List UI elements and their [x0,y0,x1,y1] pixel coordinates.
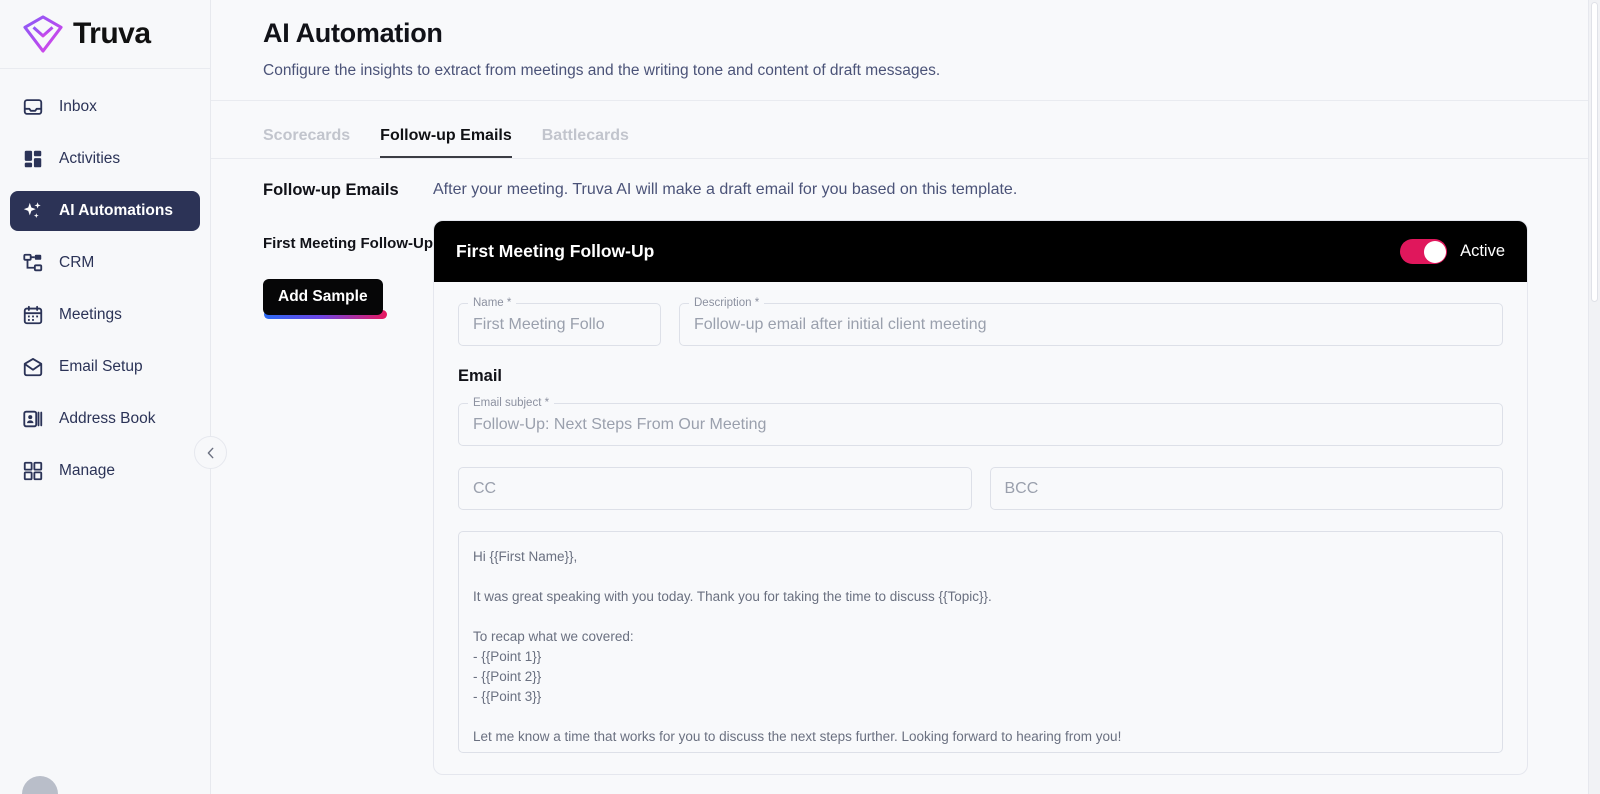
description-input[interactable]: Follow-up email after initial client mee… [679,303,1503,346]
description-field-label: Description * [689,296,765,310]
tab-panel-follow-up-emails: Follow-up Emails First Meeting Follow-Up… [211,159,1600,794]
cc-input[interactable]: CC [458,467,972,510]
sidebar-item-inbox[interactable]: Inbox [10,87,200,127]
cc-field: CC [458,467,972,510]
sidebar-item-crm[interactable]: CRM [10,243,200,283]
name-field-label: Name * [468,296,517,310]
chevron-left-icon [207,447,213,458]
tab-battlecards[interactable]: Battlecards [542,127,629,158]
sidebar-item-label: Activities [59,150,121,167]
tab-bar: Scorecards Follow-up Emails Battlecards [211,101,1600,159]
tab-follow-up-emails[interactable]: Follow-up Emails [380,127,512,158]
diamond-gem-icon [23,15,63,53]
inbox-icon [23,99,43,115]
brand-name: Truva [73,17,151,50]
page-subtitle: Configure the insights to extract from m… [263,62,941,79]
active-toggle-group: Active [1400,239,1505,264]
active-toggle[interactable] [1400,239,1448,264]
bcc-field: BCC [989,467,1503,510]
main-content: AI Automation Configure the insights to … [211,0,1600,794]
sidebar-collapse-button[interactable] [194,436,227,469]
app-root: Truva Inbox Activities AI Automations CR… [0,0,1600,794]
sidebar-item-label: Email Setup [59,358,143,375]
template-detail-pane: After your meeting. Truva AI will make a… [433,181,1600,794]
sidebar-item-label: Manage [59,462,116,479]
email-subject-input[interactable]: Follow-Up: Next Steps From Our Meeting [458,403,1503,446]
sidebar-item-meetings[interactable]: Meetings [10,295,200,335]
bcc-input[interactable]: BCC [989,467,1503,510]
user-avatar[interactable] [22,776,58,794]
bcc-placeholder: BCC [1004,479,1039,497]
email-body-textarea[interactable]: Hi {{First Name}}, It was great speaking… [458,531,1503,753]
page-scrollbar[interactable] [1588,0,1600,794]
active-toggle-label: Active [1460,242,1505,260]
sparkles-icon [23,202,41,218]
template-list-title: Follow-up Emails [263,181,399,199]
sidebar-nav: Inbox Activities AI Automations CRM Meet… [0,69,210,491]
template-card-header: First Meeting Follow-Up Active [434,221,1527,282]
sidebar-item-activities[interactable]: Activities [10,139,200,179]
template-list-pane: Follow-up Emails First Meeting Follow-Up… [211,181,433,794]
envelope-icon [23,358,43,377]
sidebar-item-label: Address Book [59,410,156,427]
sidebar: Truva Inbox Activities AI Automations CR… [0,0,227,794]
sidebar-item-ai-automations[interactable]: AI Automations [10,191,200,231]
template-card: First Meeting Follow-Up Active Name * Fi… [433,220,1528,775]
page-header: AI Automation Configure the insights to … [211,0,1600,101]
sidebar-item-manage[interactable]: Manage [10,451,200,491]
email-subject-label: Email subject * [468,396,555,410]
contact-card-icon [23,410,43,428]
org-chart-icon [23,253,43,272]
email-subject-field: Email subject * Follow-Up: Next Steps Fr… [458,396,1503,446]
add-sample-wrapper: Add Sample [263,279,387,319]
email-body-value: Hi {{First Name}}, It was great speaking… [473,549,1122,744]
template-card-title: First Meeting Follow-Up [456,241,655,261]
description-field: Description * Follow-up email after init… [679,296,1503,346]
email-section-label: Email [458,367,503,385]
page-scrollbar-thumb[interactable] [1591,2,1598,302]
sidebar-item-label: CRM [59,254,95,271]
toggle-knob [1423,240,1446,263]
brand[interactable]: Truva [0,0,210,69]
email-body-field: Hi {{First Name}}, It was great speaking… [458,531,1503,753]
name-description-row: Name * First Meeting Follo Description *… [458,296,1503,367]
sidebar-item-email-setup[interactable]: Email Setup [10,347,200,387]
name-input-value: First Meeting Follo [473,315,605,333]
calendar-icon [23,305,43,325]
email-subject-value: Follow-Up: Next Steps From Our Meeting [473,415,767,433]
activities-grid-icon [24,150,42,168]
squares-grid-icon [23,461,43,481]
sidebar-item-label: Inbox [59,98,97,115]
description-input-value: Follow-up email after initial client mee… [694,315,987,333]
sidebar-item-label: Meetings [59,306,122,323]
template-card-body: Name * First Meeting Follo Description *… [434,282,1527,753]
sidebar-item-label: AI Automations [59,202,173,219]
cc-bcc-row: CC BCC [458,467,1503,531]
template-intro-text: After your meeting. Truva AI will make a… [433,181,1018,198]
sidebar-item-address-book[interactable]: Address Book [10,399,200,439]
tab-scorecards[interactable]: Scorecards [263,127,350,158]
add-sample-button[interactable]: Add Sample [263,279,383,315]
list-item[interactable]: First Meeting Follow-Up [263,235,433,252]
name-field: Name * First Meeting Follo [458,296,661,346]
cc-placeholder: CC [473,479,497,497]
page-title: AI Automation [263,18,443,48]
